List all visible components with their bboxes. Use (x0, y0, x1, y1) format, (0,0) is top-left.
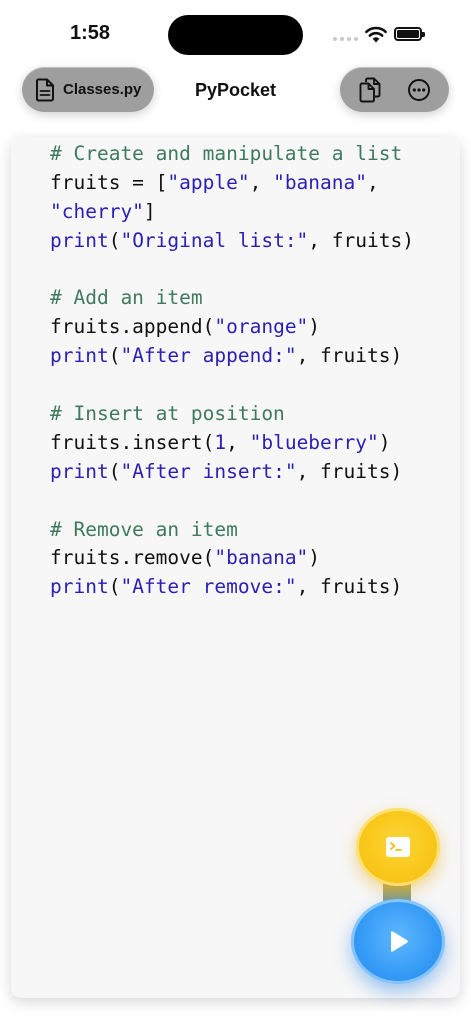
code-token-plain: ( (108, 575, 121, 599)
code-line: # Remove an item (50, 516, 450, 545)
code-token-plain: , fruits) (308, 228, 414, 252)
code-token-plain: fruits.insert( (50, 430, 215, 454)
code-token-comment: # Create and manipulate a list (50, 142, 403, 165)
code-line: print("Original list:", fruits) (50, 227, 450, 256)
ellipsis-circle-icon (407, 78, 430, 101)
code-token-comment: # Add an item (50, 286, 203, 310)
status-time: 1:58 (70, 22, 111, 44)
code-token-func: print (50, 459, 109, 483)
code-token-comment: # Insert at position (50, 402, 285, 426)
code-token-plain: ] (143, 199, 156, 223)
code-token-string: "orange" (214, 315, 309, 339)
code-token-plain: , fruits) (296, 459, 403, 483)
code-line: fruits.remove("banana") (50, 544, 450, 573)
code-line: print("After remove:", fruits) (50, 573, 450, 602)
code-token-func: print (50, 344, 109, 368)
code-token-plain: fruits = [ (50, 170, 168, 194)
code-token-string: "After insert:" (120, 459, 297, 483)
code-line: print("After append:", fruits) (50, 342, 450, 371)
code-line: fruits.append("orange") (50, 313, 450, 342)
code-token-string: "apple" (167, 170, 250, 194)
code-line: # Add an item (50, 284, 450, 313)
code-token-plain: ( (108, 459, 121, 483)
copy-files-icon (359, 77, 381, 102)
more-options-button[interactable] (404, 75, 434, 105)
code-token-string: "cherry" (50, 199, 144, 223)
code-token-func: print (50, 228, 109, 252)
code-token-plain: fruits.append( (50, 315, 215, 339)
code-token-plain: ) (308, 315, 321, 339)
wifi-icon (365, 26, 387, 43)
cellular-signal-icon (333, 37, 358, 41)
copy-files-button[interactable] (355, 75, 385, 105)
code-token-string: "blueberry" (249, 430, 379, 454)
code-token-func: print (50, 575, 109, 599)
code-line: print("After insert:", fruits) (50, 458, 450, 487)
code-token-string: "banana" (273, 170, 367, 194)
terminal-icon (386, 837, 410, 857)
code-token-plain: , fruits) (296, 575, 403, 599)
code-token-plain: fruits.remove( (50, 546, 215, 570)
code-line: fruits.insert(1, "blueberry") (50, 429, 450, 458)
play-icon (391, 930, 408, 952)
code-token-string: "After append:" (120, 344, 297, 368)
code-token-string: "banana" (214, 546, 309, 570)
code-line: # Insert at position (50, 400, 450, 429)
code-token-plain: ) (308, 546, 321, 570)
code-line: # Create and manipulate a list (50, 140, 450, 169)
code-token-plain: , (226, 430, 250, 454)
code-token-plain: , (367, 170, 379, 194)
code-token-string: "Original list:" (120, 228, 309, 252)
code-token-plain: ( (108, 228, 121, 252)
dynamic-island (168, 15, 303, 55)
code-text[interactable]: # Create and manipulate a list fruits = [… (50, 140, 450, 602)
code-token-comment: # Remove an item (50, 517, 238, 541)
code-token-plain: ) (378, 430, 391, 454)
code-token-string: "After remove:" (120, 575, 297, 599)
app-screen: 1:58 Classes.py PyPocket # Create and ma… (0, 0, 471, 1024)
code-token-plain: , (249, 170, 274, 194)
code-line: "cherry"] (50, 198, 450, 227)
code-token-plain: ( (108, 344, 121, 368)
code-token-plain: , fruits) (296, 344, 403, 368)
code-token-string: 1 (214, 430, 227, 454)
terminal-button[interactable] (356, 808, 440, 886)
actions-pill (340, 67, 449, 112)
run-button[interactable] (351, 899, 445, 984)
battery-icon (394, 27, 425, 41)
code-line: fruits = ["apple", "banana", (50, 169, 450, 198)
